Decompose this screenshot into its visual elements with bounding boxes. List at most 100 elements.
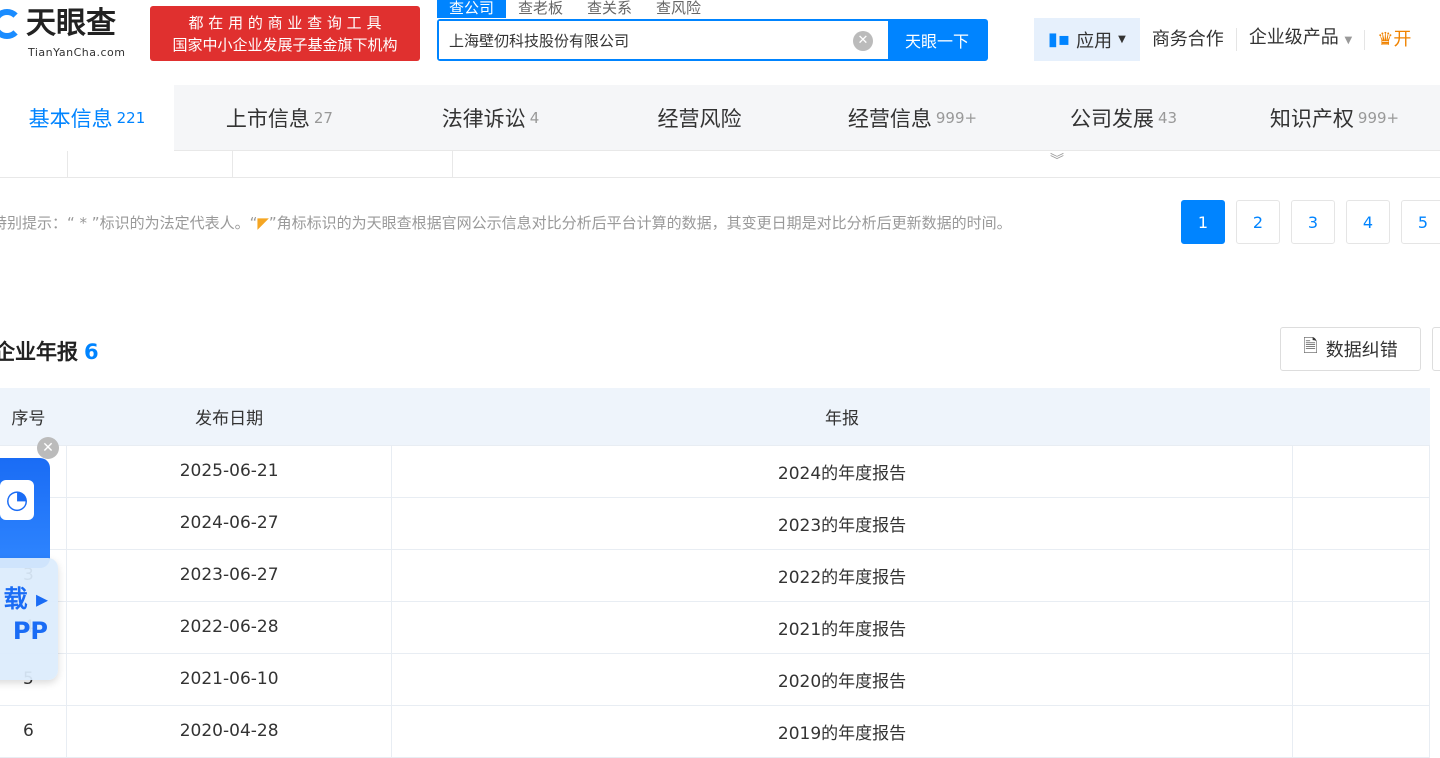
tab-count: 999+ — [1357, 109, 1400, 127]
report-link[interactable]: 2019的年度报告 — [391, 704, 1293, 758]
slogan-line1: 都 在 用 的 商 业 查 询 工 具 — [188, 14, 382, 32]
tab-label: 经营信息 — [847, 107, 932, 131]
publish-date: 2021-06-10 — [65, 652, 393, 706]
table-row: 32023-06-272022的年度报告 — [0, 548, 1431, 602]
tab-label: 法律诉讼 — [441, 107, 526, 131]
tab-ip[interactable]: 知识产权 999+ — [1229, 85, 1440, 151]
nav-enterprise[interactable]: 企业级产品 ▼ — [1235, 27, 1364, 51]
page-5[interactable]: 5 — [1401, 200, 1440, 244]
slogan-banner[interactable]: 都 在 用 的 商 业 查 询 工 具 国家中小企业发展子基金旗下机构 — [150, 6, 420, 61]
page-4[interactable]: 4 — [1346, 200, 1390, 244]
report-link[interactable]: 2024的年度报告 — [391, 444, 1293, 498]
notice-part1: 特别提示：“ * ”标识的为法定代表人。“ — [0, 214, 258, 232]
tab-label: 知识产权 — [1269, 107, 1354, 131]
tab-listing-info[interactable]: 上市信息 27 — [174, 85, 385, 151]
previous-table-bottom — [0, 151, 1440, 178]
app-ad-top: ◔ — [0, 458, 50, 568]
header: 天眼查 TianYanCha.com 都 在 用 的 商 业 查 询 工 具 国… — [0, 0, 1440, 85]
search-type-tabs: 查公司 查老板 查关系 查风险 — [437, 0, 713, 18]
nav-business[interactable]: 商务合作 — [1140, 29, 1236, 50]
close-icon[interactable]: ✕ — [37, 437, 59, 459]
nav-vip[interactable]: ♛开 — [1364, 28, 1423, 50]
notice-part2: ”角标标识的为天眼查根据官网公示信息对比分析后平台计算的数据，其变更日期是对比分… — [268, 214, 1012, 232]
report-link[interactable]: 2023的年度报告 — [391, 496, 1293, 550]
table-header: 序号 发布日期 年报 — [0, 388, 1430, 445]
page-3[interactable]: 3 — [1291, 200, 1335, 244]
page-2[interactable]: 2 — [1236, 200, 1280, 244]
table-row: 42022-06-282021的年度报告 — [0, 600, 1431, 654]
tab-count: 27 — [313, 109, 333, 127]
header-no: 序号 — [0, 388, 67, 445]
secondary-button[interactable] — [1432, 327, 1440, 371]
search-tab-relation[interactable]: 查关系 — [575, 0, 644, 18]
tab-count: 221 — [116, 109, 146, 127]
tab-basic-info[interactable]: 基本信息 221 — [0, 85, 174, 151]
row-number: 6 — [0, 704, 67, 758]
tab-label: 上市信息 — [225, 107, 310, 131]
section-count: 6 — [84, 340, 99, 364]
nav-app-label: 应用 — [1076, 30, 1113, 52]
tab-risk[interactable]: 经营风险 — [596, 85, 807, 151]
search-tab-boss[interactable]: 查老板 — [506, 0, 575, 18]
nav-app-menu[interactable]: ▮▪ 应用 ▼ — [1034, 18, 1140, 61]
row-action — [1291, 548, 1431, 602]
tab-label: 基本信息 — [28, 107, 113, 131]
tab-count: 4 — [529, 109, 540, 127]
download-app-float[interactable]: ◔ 载 ▸ PP ✕ — [0, 437, 60, 680]
data-correction-button[interactable]: 🗎 数据纠错 — [1280, 327, 1421, 371]
search-button[interactable]: 天眼一下 — [888, 21, 986, 59]
section-title-text: 企业年报 — [0, 340, 78, 364]
logo-icon — [0, 9, 22, 39]
tab-operation[interactable]: 经营信息 999+ — [807, 85, 1018, 151]
tab-count: 43 — [1157, 109, 1178, 127]
publish-date: 2023-06-27 — [65, 548, 393, 602]
publish-date: 2025-06-21 — [65, 444, 393, 498]
logo[interactable]: 天眼查 TianYanCha.com — [0, 6, 125, 59]
tab-count: 999+ — [935, 109, 978, 127]
report-link[interactable]: 2020的年度报告 — [391, 652, 1293, 706]
data-correction-label: 数据纠错 — [1325, 340, 1398, 361]
ad-line2: PP — [12, 617, 48, 645]
logo-subtext: TianYanCha.com — [28, 46, 126, 59]
row-action — [1291, 444, 1431, 498]
app-ad-text: 载 ▸ PP — [0, 558, 58, 680]
pagination: 1 2 3 4 5 — [1181, 200, 1440, 244]
header-action — [1292, 388, 1430, 445]
clear-icon[interactable]: ✕ — [853, 31, 873, 51]
table-row: 12025-06-212024的年度报告 — [0, 444, 1431, 498]
ad-line1: 载 ▸ — [3, 585, 48, 613]
nav-enterprise-label: 企业级产品 — [1248, 27, 1339, 48]
tab-legal[interactable]: 法律诉讼 4 — [385, 85, 596, 151]
nav-vip-label: 开 — [1393, 28, 1412, 50]
caret-down-icon: ▼ — [1118, 34, 1126, 45]
report-icon: 🗎 — [1303, 336, 1318, 357]
report-link[interactable]: 2021的年度报告 — [391, 600, 1293, 654]
caret-down-icon: ▼ — [1344, 35, 1353, 46]
crown-icon: ♛ — [1377, 28, 1394, 50]
annual-report-table: 序号 发布日期 年报 12025-06-212024的年度报告22024-06-… — [0, 388, 1431, 758]
search-tab-company[interactable]: 查公司 — [437, 0, 507, 18]
logo-text: 天眼查 — [26, 6, 116, 41]
row-action — [1291, 600, 1431, 654]
search-input[interactable] — [439, 21, 888, 59]
tab-development[interactable]: 公司发展 43 — [1018, 85, 1229, 151]
expand-chevron-icon[interactable]: ︾ — [1050, 150, 1064, 170]
table-row: 6 2020-04-28 2019的年度报告 — [0, 704, 1431, 758]
flag-icon: ◤ — [257, 214, 269, 232]
table-row: 52021-06-102020的年度报告 — [0, 652, 1431, 706]
publish-date: 2022-06-28 — [65, 600, 393, 654]
slogan-line2: 国家中小企业发展子基金旗下机构 — [172, 36, 398, 54]
tab-label: 公司发展 — [1069, 107, 1154, 131]
search-box: ✕ 天眼一下 — [437, 19, 988, 61]
publish-date: 2020-04-28 — [65, 704, 393, 758]
search-tab-risk[interactable]: 查风险 — [644, 0, 713, 18]
app-logo-icon: ◔ — [0, 480, 34, 520]
section-title: 企业年报 6 — [0, 336, 99, 366]
report-link[interactable]: 2022的年度报告 — [391, 548, 1293, 602]
page-1[interactable]: 1 — [1181, 200, 1225, 244]
tab-label: 经营风险 — [657, 107, 742, 131]
apps-icon: ▮▪ — [1048, 29, 1071, 50]
top-nav: ▮▪ 应用 ▼ 商务合作 企业级产品 ▼ ♛开 — [1034, 18, 1423, 61]
row-action — [1291, 652, 1431, 706]
main-tabs: 基本信息 221 上市信息 27 法律诉讼 4 经营风险 经营信息 999+ 公司发展 4… — [0, 85, 1440, 151]
